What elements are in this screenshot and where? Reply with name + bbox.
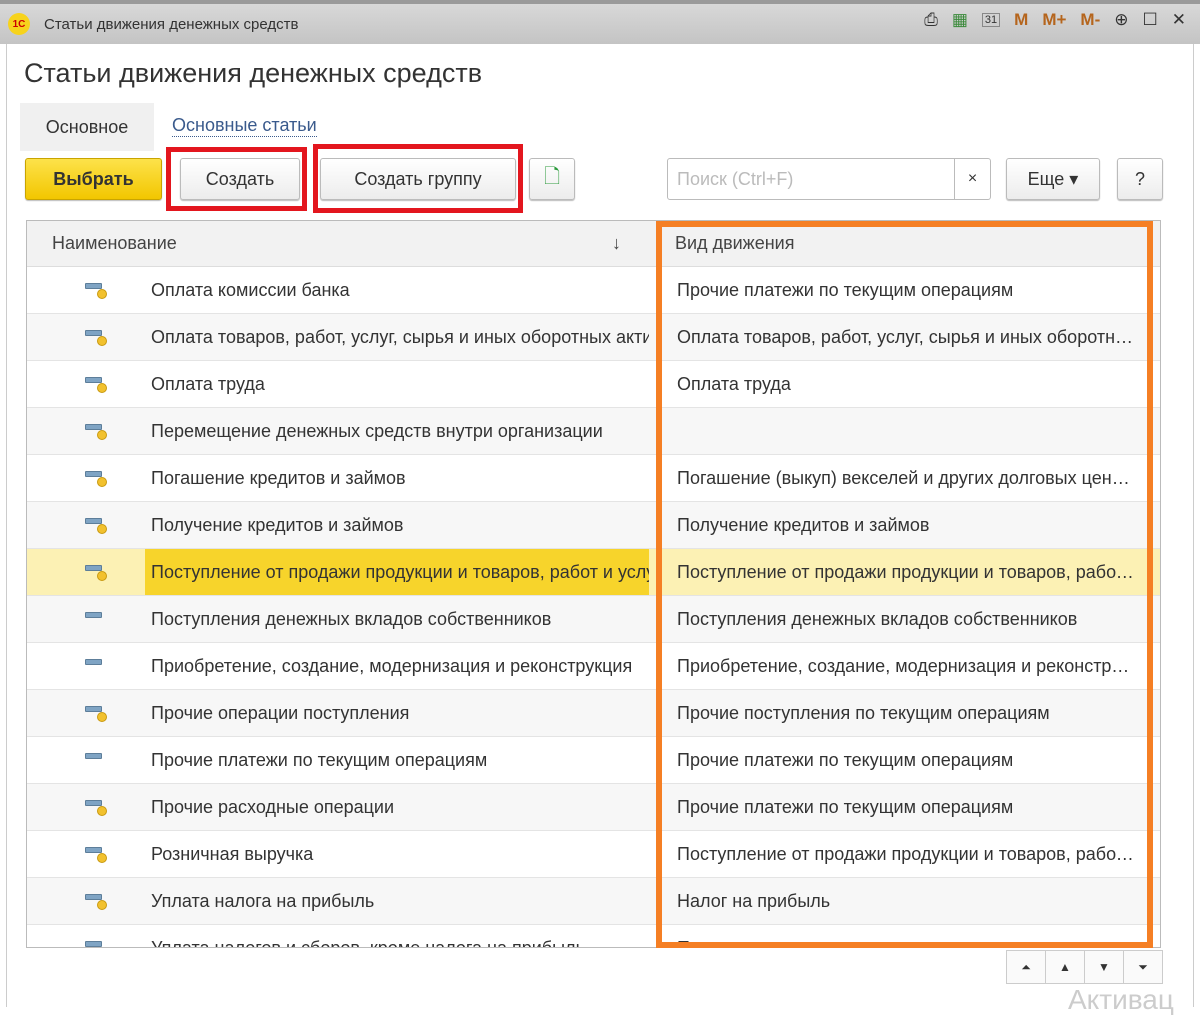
search-field: ×: [667, 158, 991, 200]
cell-name: Оплата товаров, работ, услуг, сырья и ин…: [151, 326, 649, 347]
scroll-up-button[interactable]: ▲: [1045, 950, 1085, 984]
copy-add-button[interactable]: 🗋: [529, 158, 575, 200]
cell-name: Прочие расходные операции: [151, 796, 395, 817]
memory-plus-button[interactable]: M+: [1042, 10, 1066, 30]
sort-arrow-icon: ↓: [612, 233, 621, 253]
scroll-down-button[interactable]: ▼: [1084, 950, 1124, 984]
cell-name: Погашение кредитов и займов: [151, 467, 406, 488]
memory-minus-button[interactable]: M-: [1080, 10, 1100, 30]
item-icon: [85, 468, 113, 488]
close-icon[interactable]: ✕: [1172, 10, 1186, 30]
item-icon: [85, 374, 113, 394]
item-folder-icon: [85, 750, 113, 770]
item-icon: [85, 562, 113, 582]
cell-name: Уплата налога на прибыль: [151, 890, 375, 911]
tab-main[interactable]: Основное: [20, 103, 154, 151]
item-icon: [85, 421, 113, 441]
item-folder-icon: [85, 938, 113, 947]
print-icon[interactable]: ⎙: [924, 10, 938, 30]
tab-main-articles[interactable]: Основные статьи: [172, 114, 317, 137]
window-title: Статьи движения денежных средств: [44, 15, 299, 33]
item-icon: [85, 797, 113, 817]
item-icon: [85, 327, 113, 347]
cell-name: Оплата труда: [151, 373, 265, 394]
scroll-first-button[interactable]: ⏶: [1006, 950, 1046, 984]
column-label: Наименование: [52, 233, 177, 253]
more-button[interactable]: Еще ▾: [1006, 158, 1100, 200]
cell-name: Приобретение, создание, модернизация и р…: [151, 655, 633, 676]
cell-name: Поступления денежных вкладов собственник…: [151, 608, 552, 629]
item-icon: [85, 891, 113, 911]
clear-search-button[interactable]: ×: [954, 159, 990, 199]
zoom-icon[interactable]: ⊕: [1114, 10, 1128, 30]
annotation-orange-box-kind-column: [656, 221, 1153, 948]
item-icon: [85, 703, 113, 723]
search-input[interactable]: [668, 159, 954, 199]
page-title: Статьи движения денежных средств: [24, 58, 483, 88]
cell-name: Уплата налогов и сборов, кроме налога на…: [151, 937, 585, 948]
cell-name: Поступление от продажи продукции и товар…: [145, 549, 649, 595]
scroll-last-button[interactable]: ⏷: [1123, 950, 1163, 984]
item-folder-icon: [85, 609, 113, 629]
item-icon: [85, 280, 113, 300]
memory-m-button[interactable]: M: [1014, 10, 1028, 30]
1c-logo-icon: 1С: [8, 13, 30, 35]
cell-name: Прочие операции поступления: [151, 702, 410, 723]
cell-name: Перемещение денежных средств внутри орга…: [151, 420, 603, 441]
select-button[interactable]: Выбрать: [25, 158, 162, 200]
item-icon: [85, 515, 113, 535]
annotation-red-box-create-group: [313, 144, 523, 213]
cell-name: Прочие платежи по текущим операциям: [151, 749, 488, 770]
annotation-red-box-create: [166, 147, 307, 211]
item-icon: [85, 844, 113, 864]
cell-name: Получение кредитов и займов: [151, 514, 404, 535]
calculator-icon[interactable]: ▦: [952, 10, 968, 30]
column-header-name[interactable]: Наименование ↓: [27, 221, 657, 266]
cell-name: Розничная выручка: [151, 843, 314, 864]
calendar-icon[interactable]: 31: [981, 13, 1001, 27]
maximize-icon[interactable]: ☐: [1143, 10, 1158, 30]
window-titlebar: 1С Статьи движения денежных средств ⎙ ▦ …: [0, 0, 1200, 44]
document-add-icon: 🗋: [543, 166, 561, 188]
watermark: Активац: [1068, 984, 1174, 1015]
item-folder-icon: [85, 656, 113, 676]
help-button[interactable]: ?: [1117, 158, 1163, 200]
cell-name: Оплата комиссии банка: [151, 279, 350, 300]
